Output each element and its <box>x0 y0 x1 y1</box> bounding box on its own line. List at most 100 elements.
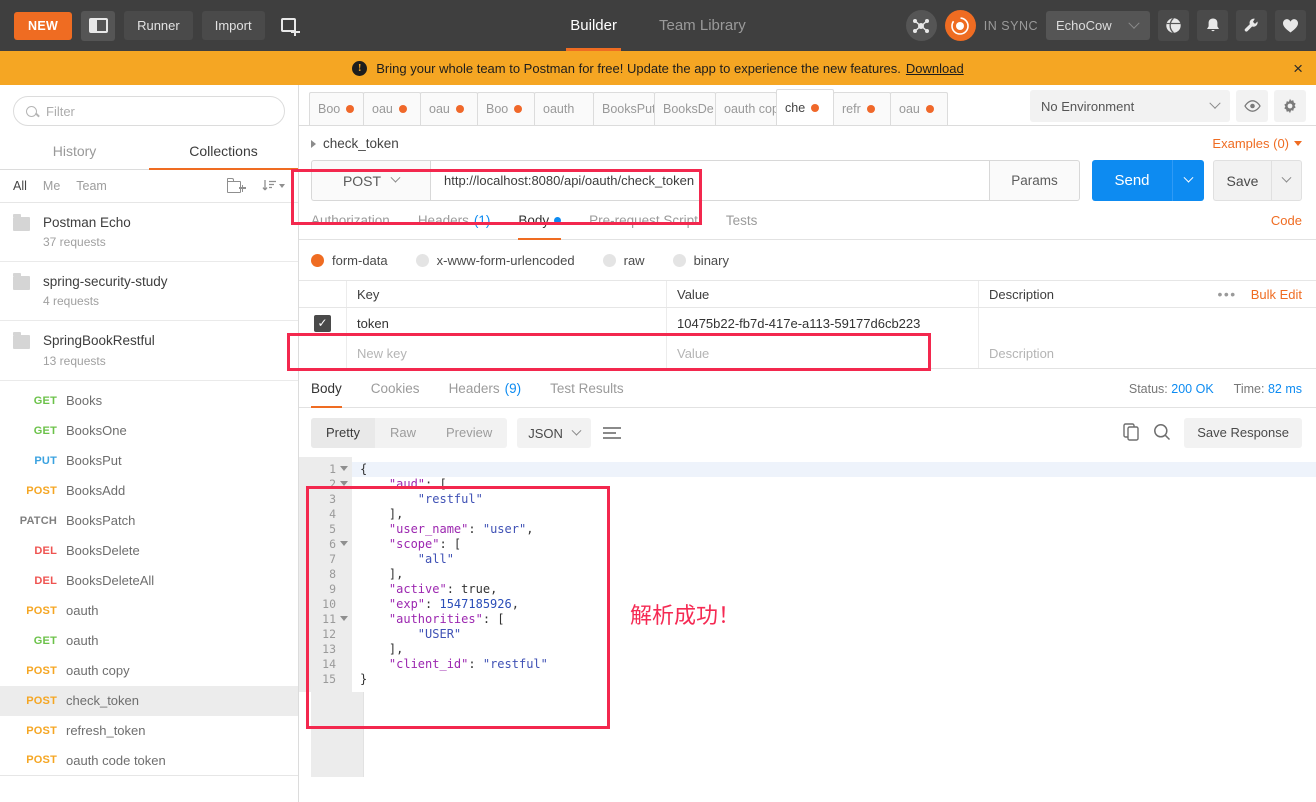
banner-close-icon[interactable]: × <box>1293 60 1303 77</box>
language-select[interactable]: JSON <box>517 418 591 448</box>
examples-dropdown[interactable]: Examples (0) <box>1212 136 1302 151</box>
collection-item[interactable]: Postman Echo 37 requests <box>0 203 298 263</box>
response-json-text[interactable]: { "aud": [ "restful" ], "user_name": "us… <box>352 457 1316 692</box>
request-tab-2[interactable]: oau <box>420 92 478 125</box>
tab-headers[interactable]: Headers (1) <box>418 213 491 239</box>
table-row-new[interactable]: New key Value Description <box>299 338 1316 368</box>
environment-settings-button[interactable] <box>1274 90 1306 122</box>
runner-button[interactable]: Runner <box>124 11 193 40</box>
scope-team[interactable]: Team <box>76 179 107 193</box>
new-button[interactable]: NEW <box>14 11 73 40</box>
sort-icon[interactable] <box>262 179 285 193</box>
tab-team-library[interactable]: Team Library <box>655 0 750 51</box>
tab-body[interactable]: Body <box>518 213 562 240</box>
collection-item[interactable]: spring-security-study 4 requests <box>0 262 298 322</box>
new-value-input[interactable]: Value <box>666 338 978 368</box>
scope-all[interactable]: All <box>13 179 27 193</box>
response-tab-test-results[interactable]: Test Results <box>550 381 624 407</box>
sidebar-toggle-button[interactable] <box>81 10 116 41</box>
request-item-oauth-code-token[interactable]: POST oauth code token <box>0 746 298 776</box>
response-tab-cookies[interactable]: Cookies <box>371 381 420 407</box>
request-item-booksdeleteall[interactable]: DEL BooksDeleteAll <box>0 566 298 596</box>
request-item-oauth-get[interactable]: GET oauth <box>0 626 298 656</box>
row-checkbox[interactable]: ✓ <box>299 314 346 332</box>
request-tab-6[interactable]: BooksDe <box>654 92 716 125</box>
sidebar-tab-history[interactable]: History <box>0 134 149 169</box>
params-button[interactable]: Params <box>990 160 1080 201</box>
fold-arrow-icon[interactable] <box>340 616 348 621</box>
request-item-oauth-copy[interactable]: POST oauth copy <box>0 656 298 686</box>
row-key-input[interactable]: token <box>346 308 666 338</box>
format-pretty[interactable]: Pretty <box>311 418 375 448</box>
format-raw[interactable]: Raw <box>375 418 431 448</box>
request-item-booksone[interactable]: GET BooksOne <box>0 416 298 446</box>
tab-builder[interactable]: Builder <box>566 0 621 51</box>
table-row[interactable]: ✓ token 10475b22-fb7d-417e-a113-59177d6c… <box>299 308 1316 338</box>
radio-binary[interactable]: binary <box>672 253 729 268</box>
filter-input[interactable]: Filter <box>13 96 285 126</box>
request-item-books[interactable]: GET Books <box>0 386 298 416</box>
request-tab-9[interactable]: refr <box>833 92 891 125</box>
code-block[interactable]: 1 2 3 4 5 6 7 8 9 10 11 12 13 14 15 { "a <box>299 457 1316 692</box>
request-tab-5[interactable]: BooksPut <box>593 92 655 125</box>
request-tab-4[interactable]: oauth <box>534 92 594 125</box>
save-button[interactable]: Save <box>1213 160 1271 201</box>
sync-icon[interactable] <box>944 10 976 41</box>
request-tab-3[interactable]: Boo <box>477 92 535 125</box>
tab-authorization[interactable]: Authorization <box>311 213 390 239</box>
more-options-icon[interactable]: ••• <box>1217 286 1250 302</box>
request-item-refresh-token[interactable]: POST refresh_token <box>0 716 298 746</box>
bell-icon[interactable] <box>1197 10 1228 41</box>
scope-me[interactable]: Me <box>43 179 60 193</box>
response-tab-headers[interactable]: Headers (9) <box>449 381 522 407</box>
request-item-booksadd[interactable]: POST BooksAdd <box>0 476 298 506</box>
interceptor-icon[interactable] <box>905 10 937 41</box>
http-method-select[interactable]: POST <box>311 160 430 201</box>
search-icon[interactable] <box>1153 423 1171 444</box>
radio-x-www-form-urlencoded[interactable]: x-www-form-urlencoded <box>415 253 575 268</box>
chevron-right-icon[interactable] <box>311 139 316 148</box>
fold-arrow-icon[interactable] <box>340 541 348 546</box>
response-tab-body[interactable]: Body <box>311 381 342 408</box>
request-tab-0[interactable]: Boo <box>309 92 364 125</box>
environment-select[interactable]: No Environment <box>1030 90 1230 122</box>
wrap-lines-icon[interactable] <box>602 427 621 439</box>
tab-tests[interactable]: Tests <box>726 213 758 239</box>
request-tab-10[interactable]: oau <box>890 92 948 125</box>
environment-quick-look-button[interactable] <box>1236 90 1268 122</box>
new-key-input[interactable]: New key <box>346 338 666 368</box>
request-item-oauth-post[interactable]: POST oauth <box>0 596 298 626</box>
banner-download-link[interactable]: Download <box>906 61 964 76</box>
user-menu-button[interactable]: EchoCow <box>1046 11 1150 40</box>
new-tab-button[interactable] <box>274 11 308 41</box>
request-item-booksput[interactable]: PUT BooksPut <box>0 446 298 476</box>
fold-arrow-icon[interactable] <box>340 481 348 486</box>
send-button[interactable]: Send <box>1092 160 1172 201</box>
bulk-edit-link[interactable]: Bulk Edit <box>1251 287 1316 302</box>
request-tab-check-token[interactable]: che <box>776 89 834 125</box>
collection-item[interactable]: SpringBookRestful 13 requests <box>0 321 298 381</box>
fold-arrow-icon[interactable] <box>340 466 348 471</box>
radio-form-data[interactable]: form-data <box>311 253 388 268</box>
row-value-input[interactable]: 10475b22-fb7d-417e-a113-59177d6cb223 <box>666 308 978 338</box>
request-tab-7[interactable]: oauth cop <box>715 92 777 125</box>
format-preview[interactable]: Preview <box>431 418 507 448</box>
import-button[interactable]: Import <box>201 11 265 40</box>
wrench-icon[interactable] <box>1236 10 1267 41</box>
row-description-input[interactable] <box>978 308 1316 338</box>
new-folder-icon[interactable] <box>227 178 246 193</box>
radio-raw[interactable]: raw <box>602 253 645 268</box>
code-link[interactable]: Code <box>1271 213 1302 239</box>
request-item-bookspatch[interactable]: PATCH BooksPatch <box>0 506 298 536</box>
save-response-button[interactable]: Save Response <box>1184 418 1302 448</box>
send-options-button[interactable] <box>1172 160 1204 201</box>
request-tab-1[interactable]: oau <box>363 92 421 125</box>
new-description-input[interactable]: Description <box>978 338 1316 368</box>
copy-icon[interactable] <box>1123 422 1140 444</box>
request-item-check-token[interactable]: POST check_token <box>0 685 298 716</box>
globe-icon[interactable] <box>1158 10 1189 41</box>
request-item-booksdelete[interactable]: DEL BooksDelete <box>0 536 298 566</box>
sidebar-tab-collections[interactable]: Collections <box>149 134 298 170</box>
tab-pre-request-script[interactable]: Pre-request Script <box>589 213 698 239</box>
url-input[interactable]: http://localhost:8080/api/oauth/check_to… <box>430 160 990 201</box>
